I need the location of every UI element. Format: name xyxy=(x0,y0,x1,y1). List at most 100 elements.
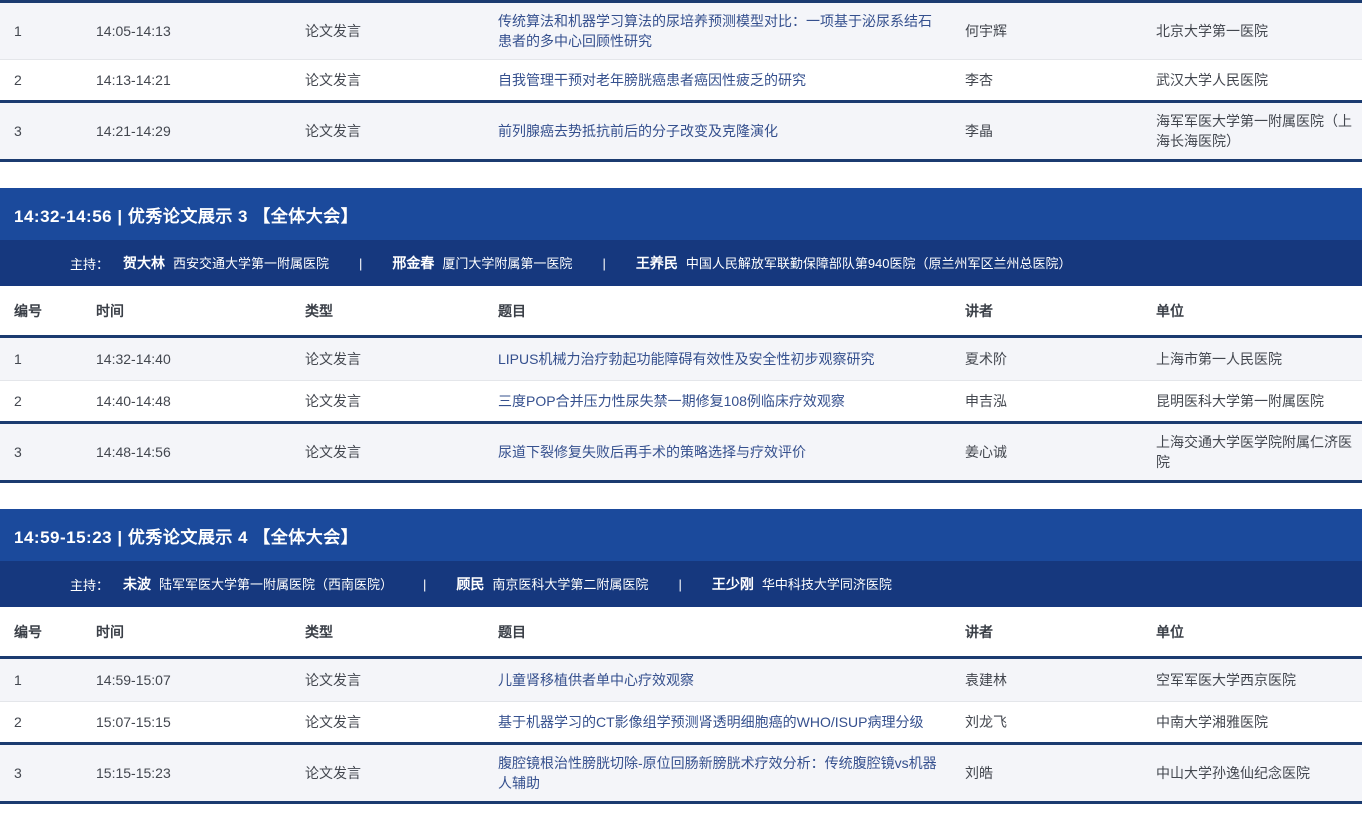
row-time: 14:21-14:29 xyxy=(96,113,305,149)
table-row: 3 15:15-15:23 论文发言 腹腔镜根治性膀胱切除-原位回肠新膀胱术疗效… xyxy=(0,745,1362,804)
row-speaker: 姜心诚 xyxy=(965,434,1156,470)
row-organization: 北京大学第一医院 xyxy=(1156,13,1362,49)
row-organization: 上海交通大学医学院附属仁济医院 xyxy=(1156,424,1362,480)
row-type: 论文发言 xyxy=(305,341,498,377)
row-title: 尿道下裂修复失败后再手术的策略选择与疗效评价 xyxy=(498,434,965,470)
row-number: 3 xyxy=(0,755,96,791)
row-title: 三度POP合并压力性尿失禁一期修复108例临床疗效观察 xyxy=(498,383,965,419)
chair-item: 王少刚华中科技大学同济医院 xyxy=(712,574,892,594)
table-row: 3 14:48-14:56 论文发言 尿道下裂修复失败后再手术的策略选择与疗效评… xyxy=(0,424,1362,483)
table-row: 2 14:40-14:48 论文发言 三度POP合并压力性尿失禁一期修复108例… xyxy=(0,381,1362,424)
row-number: 2 xyxy=(0,383,96,419)
chair-organization: 陆军军医大学第一附属医院（西南医院） xyxy=(159,577,393,592)
row-speaker: 李晶 xyxy=(965,113,1156,149)
table-header-row: 编号 时间 类型 题目 讲者 单位 xyxy=(0,286,1362,338)
row-organization: 中山大学孙逸仙纪念医院 xyxy=(1156,755,1362,791)
row-speaker: 刘皓 xyxy=(965,755,1156,791)
row-type: 论文发言 xyxy=(305,434,498,470)
row-number: 1 xyxy=(0,341,96,377)
row-title: 前列腺癌去势抵抗前后的分子改变及克隆演化 xyxy=(498,113,965,149)
row-type: 论文发言 xyxy=(305,13,498,49)
row-speaker: 夏术阶 xyxy=(965,341,1156,377)
column-header-time: 时间 xyxy=(96,614,305,650)
chair-organization: 华中科技大学同济医院 xyxy=(762,577,892,592)
chair-organization: 厦门大学附属第一医院 xyxy=(442,256,572,271)
session-table-partial: 1 14:05-14:13 论文发言 传统算法和机器学习算法的尿培养预测模型对比… xyxy=(0,0,1362,162)
column-header-title: 题目 xyxy=(498,614,965,650)
column-header-speaker: 讲者 xyxy=(965,293,1156,329)
session-block-3: 14:32-14:56 | 优秀论文展示 3 【全体大会】 主持： 贺大林西安交… xyxy=(0,188,1362,483)
session-header-bar: 14:59-15:23 | 优秀论文展示 4 【全体大会】 xyxy=(0,509,1362,561)
chair-separator: | xyxy=(678,577,681,592)
row-time: 15:07-15:15 xyxy=(96,704,305,740)
chair-item: 顾民南京医科大学第二附属医院 xyxy=(456,574,648,594)
row-type: 论文发言 xyxy=(305,62,498,98)
table-row: 2 15:07-15:15 论文发言 基于机器学习的CT影像组学预测肾透明细胞癌… xyxy=(0,702,1362,745)
chair-separator: | xyxy=(359,256,362,271)
table-row: 1 14:59-15:07 论文发言 儿童肾移植供者单中心疗效观察 袁建林 空军… xyxy=(0,659,1362,702)
session-chairs-bar: 主持： 贺大林西安交通大学第一附属医院 | 邢金春厦门大学附属第一医院 | 王养… xyxy=(0,240,1362,286)
row-organization: 昆明医科大学第一附属医院 xyxy=(1156,383,1362,419)
row-number: 3 xyxy=(0,434,96,470)
row-title: LIPUS机械力治疗勃起功能障碍有效性及安全性初步观察研究 xyxy=(498,341,965,377)
row-number: 2 xyxy=(0,704,96,740)
row-type: 论文发言 xyxy=(305,662,498,698)
row-number: 2 xyxy=(0,62,96,98)
session-table: 1 14:59-15:07 论文发言 儿童肾移植供者单中心疗效观察 袁建林 空军… xyxy=(0,659,1362,804)
column-header-no: 编号 xyxy=(0,293,96,329)
row-number: 1 xyxy=(0,662,96,698)
table-row: 3 14:21-14:29 论文发言 前列腺癌去势抵抗前后的分子改变及克隆演化 … xyxy=(0,103,1362,162)
row-speaker: 刘龙飞 xyxy=(965,704,1156,740)
chair-separator: | xyxy=(602,256,605,271)
row-title: 传统算法和机器学习算法的尿培养预测模型对比：一项基于泌尿系结石患者的多中心回顾性… xyxy=(498,3,965,59)
chair-item: 王养民中国人民解放军联勤保障部队第940医院（原兰州军区兰州总医院） xyxy=(636,253,1072,273)
row-time: 14:05-14:13 xyxy=(96,13,305,49)
chair-organization: 南京医科大学第二附属医院 xyxy=(492,577,648,592)
row-title: 基于机器学习的CT影像组学预测肾透明细胞癌的WHO/ISUP病理分级 xyxy=(498,704,965,740)
column-header-type: 类型 xyxy=(305,614,498,650)
chair-name: 贺大林 xyxy=(123,255,165,271)
column-header-org: 单位 xyxy=(1156,614,1362,650)
column-header-org: 单位 xyxy=(1156,293,1362,329)
row-number: 3 xyxy=(0,113,96,149)
row-title: 儿童肾移植供者单中心疗效观察 xyxy=(498,662,965,698)
row-organization: 空军军医大学西京医院 xyxy=(1156,662,1362,698)
table-row: 1 14:32-14:40 论文发言 LIPUS机械力治疗勃起功能障碍有效性及安… xyxy=(0,338,1362,381)
row-organization: 中南大学湘雅医院 xyxy=(1156,704,1362,740)
chairs-label: 主持： xyxy=(70,575,109,594)
row-time: 14:40-14:48 xyxy=(96,383,305,419)
row-type: 论文发言 xyxy=(305,755,498,791)
row-title: 腹腔镜根治性膀胱切除-原位回肠新膀胱术疗效分析：传统腹腔镜vs机器人辅助 xyxy=(498,745,965,801)
row-speaker: 袁建林 xyxy=(965,662,1156,698)
chair-item: 邢金春厦门大学附属第一医院 xyxy=(392,253,572,273)
table-row: 1 14:05-14:13 论文发言 传统算法和机器学习算法的尿培养预测模型对比… xyxy=(0,3,1362,60)
row-title: 自我管理干预对老年膀胱癌患者癌因性疲乏的研究 xyxy=(498,62,965,98)
chair-organization: 中国人民解放军联勤保障部队第940医院（原兰州军区兰州总医院） xyxy=(686,256,1072,271)
session-chairs-bar: 主持： 未波陆军军医大学第一附属医院（西南医院） | 顾民南京医科大学第二附属医… xyxy=(0,561,1362,607)
row-number: 1 xyxy=(0,13,96,49)
row-speaker: 申吉泓 xyxy=(965,383,1156,419)
table-header-row: 编号 时间 类型 题目 讲者 单位 xyxy=(0,607,1362,659)
chairs-label: 主持： xyxy=(70,254,109,273)
row-speaker: 何宇辉 xyxy=(965,13,1156,49)
row-organization: 上海市第一人民医院 xyxy=(1156,341,1362,377)
chair-name: 王养民 xyxy=(636,255,678,271)
chair-organization: 西安交通大学第一附属医院 xyxy=(173,256,329,271)
row-time: 14:48-14:56 xyxy=(96,434,305,470)
column-header-time: 时间 xyxy=(96,293,305,329)
conference-schedule-page: 1 14:05-14:13 论文发言 传统算法和机器学习算法的尿培养预测模型对比… xyxy=(0,0,1362,804)
row-speaker: 李杏 xyxy=(965,62,1156,98)
chair-separator: | xyxy=(423,577,426,592)
chair-item: 未波陆军军医大学第一附属医院（西南医院） xyxy=(123,574,393,594)
chair-item: 贺大林西安交通大学第一附属医院 xyxy=(123,253,329,273)
chair-name: 邢金春 xyxy=(392,255,434,271)
row-organization: 武汉大学人民医院 xyxy=(1156,62,1362,98)
column-header-title: 题目 xyxy=(498,293,965,329)
row-type: 论文发言 xyxy=(305,704,498,740)
chair-name: 未波 xyxy=(123,576,151,592)
row-time: 15:15-15:23 xyxy=(96,755,305,791)
chair-name: 顾民 xyxy=(456,576,484,592)
session-table: 1 14:32-14:40 论文发言 LIPUS机械力治疗勃起功能障碍有效性及安… xyxy=(0,338,1362,483)
row-organization: 海军军医大学第一附属医院（上海长海医院） xyxy=(1156,103,1362,159)
column-header-speaker: 讲者 xyxy=(965,614,1156,650)
